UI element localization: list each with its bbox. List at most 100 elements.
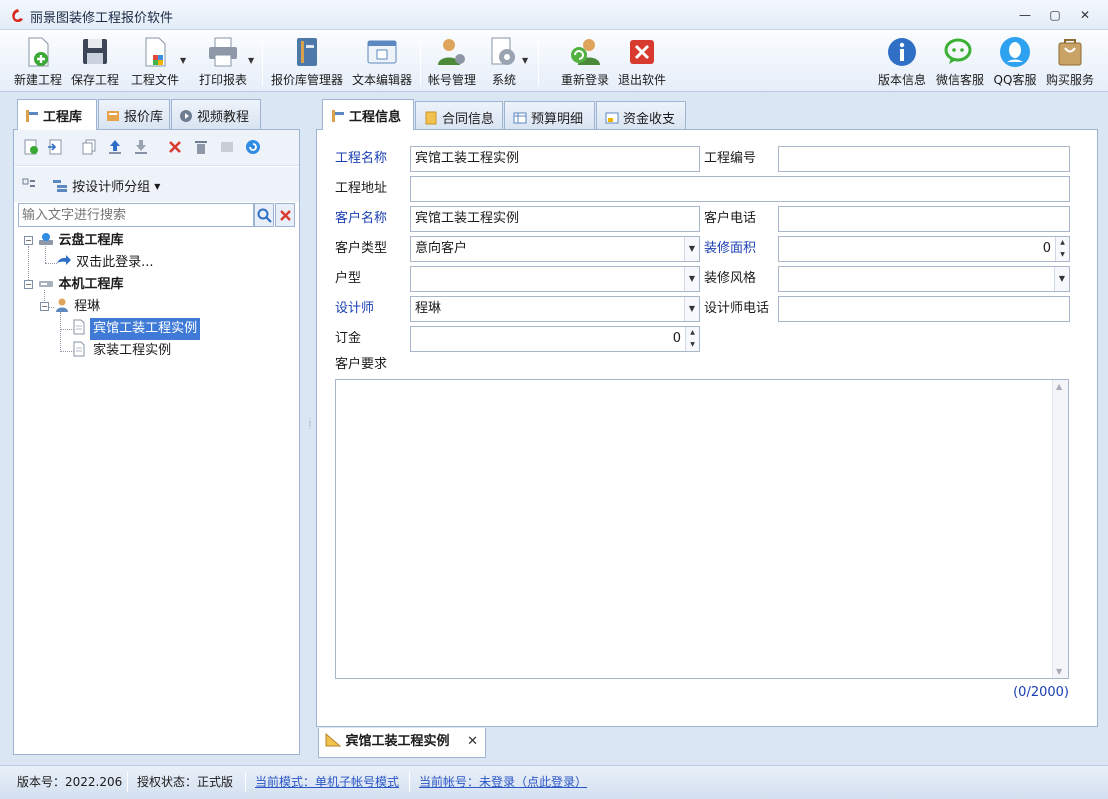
collapse-toggle[interactable]: − (24, 280, 33, 289)
collapse-toggle[interactable]: − (40, 302, 49, 311)
account-login-link[interactable]: 当前帐号：未登录（点此登录） (419, 771, 587, 793)
tree-node-label: 宾馆工装工程实例 (90, 318, 201, 340)
download-icon[interactable] (132, 138, 150, 156)
text-editor-button[interactable]: 文本编辑器 (350, 33, 414, 89)
version-info-button[interactable]: 版本信息 (876, 33, 928, 89)
designer-select[interactable]: 程琳 ▼ (410, 296, 700, 322)
designer-phone-field[interactable] (778, 296, 1070, 322)
document-icon (73, 341, 85, 357)
project-info-form: 工程名称 宾馆工装工程实例 工程编号 工程地址 客户名称 宾馆工装工程实例 客户… (316, 129, 1098, 727)
new-project-icon (28, 37, 49, 67)
house-type-select[interactable]: ▼ (410, 266, 700, 292)
requirements-label: 客户要求 (335, 357, 388, 372)
triangle-ruler-icon (325, 733, 341, 747)
main-toolbar: 新建工程 保存工程 工程文件 ▼ 打印报表 ▼ 报价库管理器 文本编辑器 帐号管… (0, 30, 1108, 92)
system-dropdown-icon[interactable]: ▼ (522, 56, 528, 65)
vertical-scrollbar[interactable]: ▲ ▼ (1052, 380, 1068, 678)
status-bar: 版本号：2022.206 授权状态：正式版 当前模式：单机子帐号模式 当前帐号：… (0, 765, 1108, 799)
print-report-button[interactable]: 打印报表 (196, 33, 250, 89)
project-file-button[interactable]: 工程文件 (128, 33, 182, 89)
requirements-textarea[interactable]: ▲ ▼ (335, 379, 1069, 679)
tree-node-project[interactable]: 家装工程实例 (72, 340, 171, 362)
toolbar-separator (420, 38, 421, 86)
scroll-up-icon[interactable]: ▲ (1056, 382, 1062, 391)
tree-node-cloud-library[interactable]: 云盘工程库 (38, 230, 124, 252)
tab-contract-info[interactable]: 合同信息 (415, 101, 503, 129)
add-project-icon[interactable] (22, 138, 40, 156)
designer-label: 设计师 (335, 301, 375, 316)
exit-software-button[interactable]: 退出软件 (616, 33, 668, 89)
print-dropdown-icon[interactable]: ▼ (248, 56, 254, 65)
open-document-tab[interactable]: 宾馆工装工程实例 ✕ (318, 728, 486, 758)
chevron-down-icon[interactable]: ▼ (684, 267, 699, 291)
tab-fund-flow[interactable]: 资金收支 (596, 101, 686, 129)
buy-service-button[interactable]: 购买服务 (1044, 33, 1096, 89)
chevron-down-icon[interactable]: ▼ (684, 297, 699, 321)
chevron-down-icon[interactable]: ▼ (684, 237, 699, 261)
designer-user-icon (56, 298, 68, 312)
info-icon (888, 38, 916, 66)
area-spinner[interactable]: 0 ▲ ▼ (778, 236, 1070, 262)
refresh-icon[interactable] (244, 138, 262, 156)
upload-icon[interactable] (106, 138, 124, 156)
printer-icon (209, 37, 237, 67)
save-project-button[interactable]: 保存工程 (69, 33, 121, 89)
trash-icon[interactable] (192, 138, 210, 156)
project-no-field[interactable] (778, 146, 1070, 172)
group-by-designer-dropdown[interactable]: 按设计师分组 ▼ (52, 176, 160, 195)
close-tab-icon[interactable]: ✕ (467, 728, 478, 756)
window-title: 丽景图装修工程报价软件 (30, 11, 174, 26)
wechat-service-button[interactable]: 微信客服 (934, 33, 986, 89)
qq-service-button[interactable]: QQ客服 (990, 33, 1040, 89)
deposit-spinner[interactable]: 0 ▲ ▼ (410, 326, 700, 352)
project-name-field[interactable]: 宾馆工装工程实例 (410, 146, 700, 172)
fund-icon (605, 112, 619, 124)
tree-node-designer[interactable]: 程琳 (54, 296, 100, 318)
close-button[interactable]: ✕ (1074, 6, 1096, 24)
customer-phone-field[interactable] (778, 206, 1070, 232)
tab-budget-detail[interactable]: 预算明细 (504, 101, 595, 129)
system-button[interactable]: 系统 (484, 33, 524, 89)
tab-quote-library[interactable]: 报价库 (98, 99, 170, 129)
document-icon (73, 319, 85, 335)
spinner-arrows-icon[interactable]: ▲ ▼ (685, 327, 699, 351)
search-button[interactable] (254, 203, 274, 227)
mode-status-link[interactable]: 当前模式：单机子帐号模式 (255, 771, 399, 793)
tree-node-label: 家装工程实例 (93, 343, 172, 358)
tree-node-project[interactable]: 宾馆工装工程实例 (72, 318, 201, 340)
tree-node-local-library[interactable]: 本机工程库 (38, 274, 124, 296)
toolbar-separator (262, 38, 263, 86)
import-project-icon[interactable] (46, 138, 64, 156)
scroll-down-icon[interactable]: ▼ (1056, 667, 1062, 676)
tab-project-library[interactable]: 工程库 (17, 99, 97, 130)
tab-video-tutorial[interactable]: 视频教程 (171, 99, 261, 129)
tree-node-cloud-login[interactable]: 双击此登录... (56, 252, 154, 274)
arrow-right-icon (57, 255, 71, 265)
chevron-down-icon[interactable]: ▼ (1054, 267, 1069, 291)
collapse-toggle[interactable]: − (24, 236, 33, 245)
project-file-dropdown-icon[interactable]: ▼ (180, 56, 186, 65)
panel-splitter[interactable]: ⋮ ⋮ (306, 418, 314, 438)
copy-icon[interactable] (80, 138, 98, 156)
checkbox-list-icon[interactable] (22, 177, 36, 191)
customer-name-field[interactable]: 宾馆工装工程实例 (410, 206, 700, 232)
customer-type-select[interactable]: 意向客户 ▼ (410, 236, 700, 262)
quote-library-manager-button[interactable]: 报价库管理器 (270, 33, 344, 89)
spinner-arrows-icon[interactable]: ▲ ▼ (1055, 237, 1069, 261)
relogin-button[interactable]: 重新登录 (558, 33, 612, 89)
clear-search-button[interactable] (275, 203, 295, 227)
search-input[interactable] (18, 203, 254, 227)
maximize-button[interactable]: ▢ (1044, 6, 1066, 24)
new-project-button[interactable]: 新建工程 (12, 33, 64, 89)
delete-icon[interactable] (166, 138, 184, 156)
style-select[interactable]: ▼ (778, 266, 1070, 292)
toolbar-separator (538, 38, 539, 86)
customer-type-value: 意向客户 (415, 241, 468, 256)
address-field[interactable] (410, 176, 1070, 202)
quote-library-icon (297, 38, 317, 66)
status-separator (245, 772, 246, 792)
minimize-button[interactable]: — (1014, 6, 1036, 24)
tab-project-info[interactable]: 工程信息 (322, 99, 414, 130)
account-management-button[interactable]: 帐号管理 (426, 33, 478, 89)
archive-icon[interactable] (218, 138, 236, 156)
